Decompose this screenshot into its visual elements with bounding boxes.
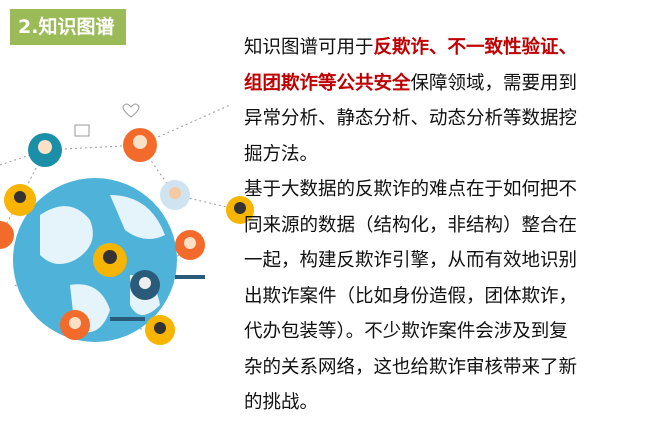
text-line: 杂的关系网络，这也给欺诈审核带来了新 [244,356,578,378]
heart-icon [122,103,140,118]
highlight-text: 反欺诈、不一致性验证、 [373,37,578,58]
text-segment: 保障领域，需要用到 [410,72,578,94]
highlight-text: 组团欺诈等公共安全 [244,72,411,94]
paragraph-2: 基于大数据的反欺诈的难点在于如何把不 同来源的数据（结构化，非结构）整合在 一起… [244,172,654,421]
text-line: 掘方法。 [244,137,654,173]
slide-title: 2.知识图谱 [10,9,126,45]
text-line: 代办包装等）。不少欺诈案件会涉及到复 [244,321,568,342]
text-line: 一起，构建反欺诈引擎，从而有效地识别 [244,250,578,271]
text-line: 基于大数据的反欺诈的难点在于如何把不 [244,179,578,200]
network-globe-illustration [0,103,254,345]
text-segment: 掘方法。 [244,143,319,165]
text-line: 异常分析、静态分析、动态分析等数据挖 [244,101,654,137]
text-line: 的挑战。 [244,392,319,413]
text-line: 出欺诈案件（比如身份造假，团体欺诈， [244,285,578,307]
text-line: 知识图谱可用于反欺诈、不一致性验证、 [244,30,654,66]
text-line: 同来源的数据（结构化，非结构）整合在 [244,214,578,236]
body-text: 知识图谱可用于反欺诈、不一致性验证、 组团欺诈等公共安全保障领域，需要用到 异常… [244,30,654,421]
paragraph-1: 知识图谱可用于反欺诈、不一致性验证、 组团欺诈等公共安全保障领域，需要用到 异常… [244,30,654,172]
text-segment: 异常分析、静态分析、动态分析等数据挖 [244,108,578,129]
text-line: 组团欺诈等公共安全保障领域，需要用到 [244,66,654,102]
text-segment: 知识图谱可用于 [244,37,374,58]
